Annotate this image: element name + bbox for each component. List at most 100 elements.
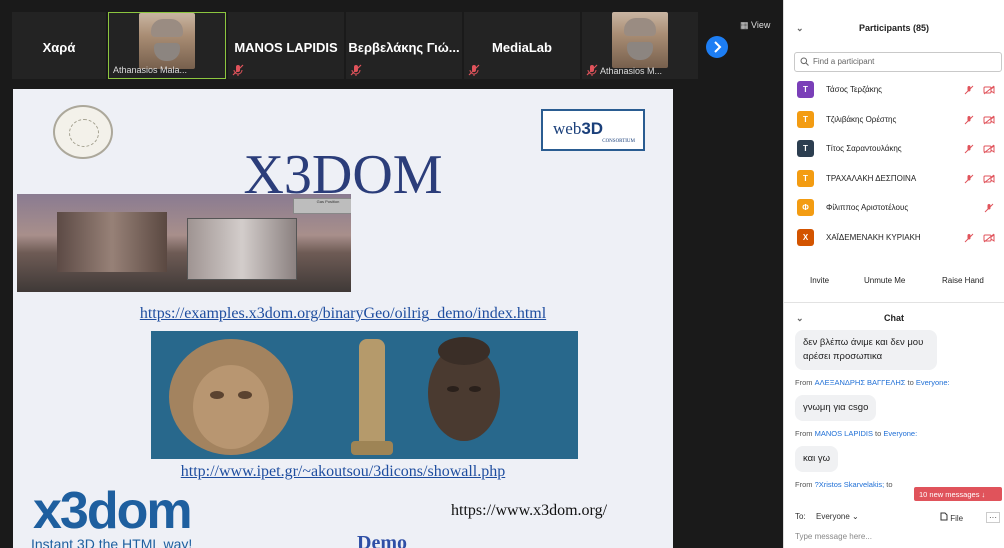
video-off-icon — [983, 85, 995, 95]
to-word: to — [886, 480, 893, 489]
participant-name: Βερβελάκης Γιώ... — [348, 40, 460, 55]
mic-off-icon — [586, 64, 598, 76]
recipient-name[interactable]: Everyone: — [916, 378, 950, 387]
sender-name[interactable]: MANOS LAPIDIS — [815, 429, 873, 438]
participant-row[interactable]: T ΤΡΑΧΑΛΑΚΗ ΔΕΣΠΟΙΝΑ — [784, 165, 1004, 195]
avatar: X — [797, 228, 814, 246]
participant-label: Athanasios Mala... — [113, 65, 188, 75]
participant-row[interactable]: Φ Φίλιππος Αριστοτέλους — [784, 194, 1004, 224]
chat-message: δεν βλέπω άνιμε και δεν μου αρέσει προσω… — [795, 330, 937, 370]
sculpture-models-art — [169, 337, 500, 455]
participant-name: Τίτος Σαραντουλάκης — [826, 144, 902, 153]
participant-name: Τάσος Τερζάκης — [826, 85, 882, 94]
avatar: T — [797, 81, 814, 98]
video-tile-active-speaker[interactable]: Athanasios Mala... — [108, 12, 226, 79]
oilrig-control-panel: Gas Position — [293, 198, 351, 214]
avatar: T — [797, 110, 814, 128]
chat-title: Chat — [884, 313, 904, 323]
video-tile[interactable]: Βερβελάκης Γιώ... — [346, 12, 462, 79]
recipient-name[interactable]: Everyone: — [883, 429, 917, 438]
chat-messages: δεν βλέπω άνιμε και δεν μου αρέσει προσω… — [784, 330, 1004, 490]
collapse-participants-icon[interactable]: ⌄ — [796, 14, 804, 42]
file-label: File — [950, 514, 964, 523]
chat-message: γνωμη για csgo — [795, 395, 877, 421]
more-options-button[interactable]: ··· — [986, 512, 1000, 523]
badge-web-text: web — [553, 119, 582, 138]
participant-video — [139, 13, 195, 69]
next-page-button[interactable] — [706, 36, 728, 58]
mic-off-icon — [964, 85, 974, 95]
participant-row[interactable]: T Τίτος Σαραντουλάκης — [784, 135, 1004, 165]
mic-off-icon — [350, 64, 362, 76]
chat-sender-line: From ΑΛΕΞΑΝΔΡΗΣ ΒΑΓΓΕΛΗΣ to Everyone: — [795, 378, 1004, 387]
from-label: From — [795, 429, 813, 438]
video-off-icon — [983, 144, 995, 154]
mic-off-icon — [964, 115, 974, 124]
3dicons-gallery-link[interactable]: http://www.ipet.gr/~akoutsou/3dicons/sho… — [13, 463, 673, 481]
video-off-icon — [983, 233, 995, 242]
chat-message: και γω — [795, 446, 839, 472]
unmute-me-button[interactable]: Unmute Me — [864, 276, 905, 285]
participant-name: Τζιλιβάκης Ορέστης — [826, 114, 897, 124]
video-strip: Χαρά Athanasios Mala... MANOS LAPIDIS Βε… — [0, 0, 783, 84]
avatar: T — [797, 169, 814, 187]
demo-heading: Demo — [357, 532, 407, 548]
zoom-meeting-window: Χαρά Athanasios Mala... MANOS LAPIDIS Βε… — [0, 0, 1004, 548]
sender-name[interactable]: ΑΛΕΞΑΝΔΡΗΣ ΒΑΓΓΕΛΗΣ — [815, 378, 906, 387]
mic-off-icon — [984, 203, 994, 213]
participant-name: MediaLab — [492, 40, 552, 55]
x3dom-website-url: https://www.x3dom.org/ — [451, 502, 608, 519]
video-tile[interactable]: MANOS LAPIDIS — [228, 12, 344, 79]
chat-recipient-row: To: Everyone ⌄ File ··· — [784, 512, 1004, 528]
sender-name[interactable]: ?Xristos Skarvelakis; — [815, 480, 885, 489]
chat-message-input[interactable]: Type message here... — [795, 532, 872, 541]
chevron-right-icon — [714, 41, 722, 53]
view-label: View — [751, 20, 771, 30]
chevron-down-icon: ⌄ — [852, 512, 859, 521]
recipient-value: Everyone — [816, 512, 850, 521]
video-tile[interactable]: Athanasios M... — [582, 12, 698, 79]
invite-button[interactable]: Invite — [810, 276, 829, 285]
oilrig-demo-link[interactable]: https://examples.x3dom.org/binaryGeo/oil… — [13, 305, 673, 323]
participant-label: Athanasios M... — [600, 66, 663, 76]
chat-sender-line: From MANOS LAPIDIS to Everyone: — [795, 429, 1004, 438]
view-button[interactable]: ▦ View — [740, 20, 770, 31]
to-label: To: — [795, 512, 806, 521]
participant-name: MANOS LAPIDIS — [234, 40, 338, 55]
x3dom-logo: x3dom — [33, 482, 193, 540]
panel-divider — [784, 302, 1004, 303]
shared-screen-slide: web3D CONSORTIUM X3DOM Gas Position http… — [13, 89, 673, 548]
oilrig-demo-image: Gas Position — [17, 194, 351, 292]
avatar: T — [797, 140, 814, 157]
participant-name: ΤΡΑΧΑΛΑΚΗ ΔΕΣΠΟΙΝΑ — [826, 173, 917, 183]
participant-row[interactable]: X ΧΑΪΔΕΜΕΝΑΚΗ ΚΥΡΙΑΚΗ — [784, 224, 1004, 249]
from-label: From — [795, 480, 813, 489]
video-off-icon — [983, 174, 995, 183]
participant-name: Φίλιππος Αριστοτέλους — [826, 203, 909, 212]
raise-hand-button[interactable]: Raise Hand — [942, 276, 984, 285]
oilrig-structure — [57, 212, 167, 272]
mic-off-icon — [964, 174, 974, 183]
3d-icons-image — [151, 331, 578, 459]
participant-search-input[interactable]: Find a participant — [794, 52, 1002, 72]
video-tile[interactable]: Χαρά — [12, 12, 106, 79]
avatar: Φ — [797, 199, 814, 216]
search-placeholder: Find a participant — [813, 57, 875, 66]
to-word: to — [875, 429, 882, 438]
from-label: From — [795, 378, 813, 387]
participant-name: ΧΑΪΔΕΜΕΝΑΚΗ ΚΥΡΙΑΚΗ — [826, 232, 921, 242]
video-tile[interactable]: MediaLab — [464, 12, 580, 79]
search-icon — [800, 57, 809, 66]
mic-off-icon — [964, 144, 974, 154]
participant-name: Χαρά — [42, 40, 76, 55]
mic-off-icon — [232, 64, 244, 76]
collapse-chat-icon[interactable]: ⌄ — [796, 304, 804, 332]
to-word: to — [907, 378, 914, 387]
participant-row[interactable]: T Τζιλιβάκης Ορέστης — [784, 106, 1004, 136]
participant-row[interactable]: T Τάσος Τερζάκης — [784, 76, 1004, 106]
recipient-select[interactable]: Everyone ⌄ — [816, 512, 859, 521]
send-file-button[interactable]: File — [940, 512, 963, 523]
meeting-area: Χαρά Athanasios Mala... MANOS LAPIDIS Βε… — [0, 0, 783, 548]
new-messages-badge[interactable]: 10 new messages ↓ — [914, 487, 1002, 501]
badge-3d-text: 3D — [581, 119, 604, 138]
